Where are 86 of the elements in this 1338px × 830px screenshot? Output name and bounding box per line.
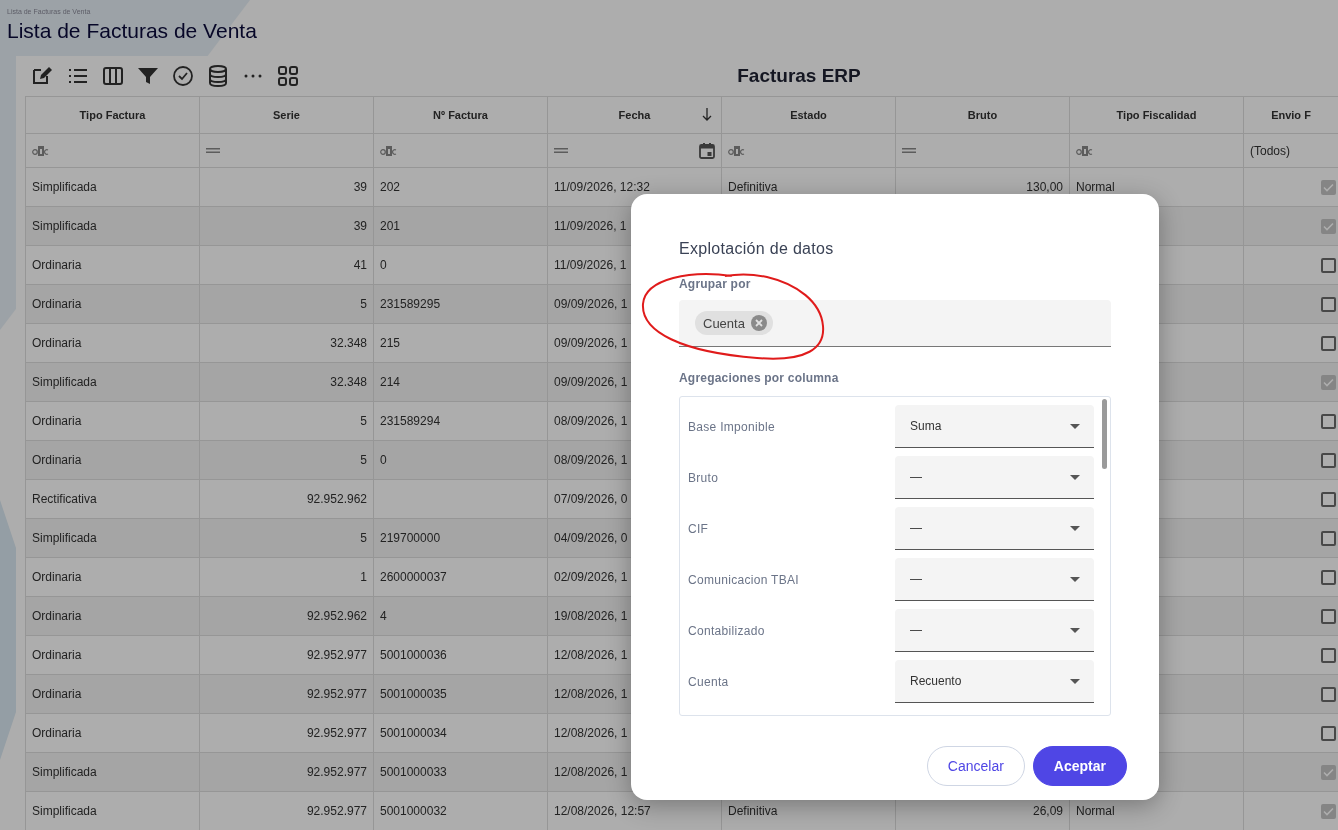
calendar-icon[interactable] bbox=[699, 142, 715, 159]
checkbox[interactable] bbox=[1321, 764, 1336, 780]
table-cell: 92.952.977 bbox=[200, 792, 374, 830]
column-header[interactable]: Fecha bbox=[548, 97, 722, 134]
table-cell: 0 bbox=[374, 441, 548, 480]
aggregation-select[interactable]: Suma bbox=[895, 405, 1094, 448]
checkbox[interactable] bbox=[1321, 608, 1336, 624]
checkbox[interactable] bbox=[1321, 374, 1336, 390]
column-header[interactable]: Nº Factura bbox=[374, 97, 548, 134]
equals-icon bbox=[206, 146, 220, 155]
database-icon[interactable] bbox=[206, 64, 230, 88]
table-cell: 5001000033 bbox=[374, 753, 548, 792]
table-cell: Ordinaria bbox=[26, 441, 200, 480]
table-cell: 92.952.962 bbox=[200, 597, 374, 636]
column-header[interactable]: Envio F bbox=[1244, 97, 1338, 134]
table-cell: 5 bbox=[200, 441, 374, 480]
table-cell: 92.952.977 bbox=[200, 753, 374, 792]
caret-icon bbox=[1070, 627, 1080, 633]
filter-select[interactable]: (Todos) bbox=[1244, 134, 1338, 168]
aggregation-select[interactable]: — bbox=[895, 609, 1094, 652]
equals-icon bbox=[902, 146, 916, 155]
columns-icon[interactable] bbox=[101, 64, 125, 88]
table-cell: Ordinaria bbox=[26, 285, 200, 324]
table-cell: 219700000 bbox=[374, 519, 548, 558]
grid-title: Facturas ERP bbox=[736, 65, 862, 87]
table-cell: 5 bbox=[200, 285, 374, 324]
caret-icon bbox=[1070, 525, 1080, 531]
check-circle-icon[interactable] bbox=[171, 64, 195, 88]
column-header[interactable]: Estado bbox=[722, 97, 896, 134]
table-cell: 5 bbox=[200, 519, 374, 558]
table-cell: 32.348 bbox=[200, 363, 374, 402]
text-filter-icon bbox=[728, 145, 745, 156]
text-filter-icon bbox=[380, 145, 397, 156]
group-by-chip[interactable]: Cuenta bbox=[695, 311, 773, 335]
table-cell: 201 bbox=[374, 207, 548, 246]
column-label: CIF bbox=[688, 521, 710, 536]
table-cell: Simplificada bbox=[26, 753, 200, 792]
scrollbar-thumb[interactable] bbox=[1102, 399, 1107, 469]
checkbox[interactable] bbox=[1321, 452, 1336, 468]
caret-icon bbox=[1070, 678, 1080, 684]
table-cell: Simplificada bbox=[26, 363, 200, 402]
aggregation-select[interactable]: — bbox=[895, 456, 1094, 499]
checkbox[interactable] bbox=[1321, 179, 1336, 195]
accept-button[interactable]: Aceptar bbox=[1032, 746, 1127, 786]
checkbox[interactable] bbox=[1321, 491, 1336, 507]
text-filter-icon bbox=[1076, 145, 1093, 156]
table-cell: Ordinaria bbox=[26, 675, 200, 714]
table-cell: 92.952.977 bbox=[200, 675, 374, 714]
checkbox[interactable] bbox=[1321, 257, 1336, 273]
checkbox[interactable] bbox=[1321, 647, 1336, 663]
page-title: Lista de Facturas de Venta bbox=[6, 18, 257, 44]
aggregation-select[interactable]: — bbox=[895, 558, 1094, 601]
column-header[interactable]: Tipo Fiscalidad bbox=[1070, 97, 1244, 134]
group-by-field[interactable]: Cuenta bbox=[679, 300, 1111, 347]
checkbox[interactable] bbox=[1321, 530, 1336, 546]
caret-icon bbox=[1070, 474, 1080, 480]
table-cell: 231589295 bbox=[374, 285, 548, 324]
column-header[interactable]: Bruto bbox=[896, 97, 1070, 134]
table-cell: 5001000032 bbox=[374, 792, 548, 830]
table-cell: Simplificada bbox=[26, 519, 200, 558]
table-cell: Simplificada bbox=[26, 792, 200, 830]
cancel-button[interactable]: Cancelar bbox=[926, 746, 1025, 786]
aggregation-select[interactable]: Recuento bbox=[895, 660, 1094, 703]
caret-icon bbox=[1070, 576, 1080, 582]
checkbox[interactable] bbox=[1321, 218, 1336, 234]
table-cell: 214 bbox=[374, 363, 548, 402]
checkbox[interactable] bbox=[1321, 413, 1336, 429]
aggregation-select[interactable]: — bbox=[895, 507, 1094, 550]
column-header[interactable]: Serie bbox=[200, 97, 374, 134]
table-cell: Ordinaria bbox=[26, 597, 200, 636]
table-cell: Simplificada bbox=[26, 207, 200, 246]
equals-icon bbox=[554, 146, 568, 155]
text-filter-icon bbox=[32, 145, 49, 156]
checkbox[interactable] bbox=[1321, 296, 1336, 312]
checkbox[interactable] bbox=[1321, 803, 1336, 819]
remove-icon[interactable] bbox=[750, 315, 767, 331]
table-cell: 39 bbox=[200, 207, 374, 246]
checkbox[interactable] bbox=[1321, 335, 1336, 351]
grid-icon[interactable] bbox=[276, 64, 300, 88]
checkbox[interactable] bbox=[1321, 569, 1336, 585]
caret-icon bbox=[1070, 423, 1080, 429]
table-cell: 5001000035 bbox=[374, 675, 548, 714]
checkbox[interactable] bbox=[1321, 725, 1336, 741]
column-header[interactable]: Tipo Factura bbox=[26, 97, 200, 134]
checkbox[interactable] bbox=[1321, 686, 1336, 702]
table-cell: 4 bbox=[374, 597, 548, 636]
